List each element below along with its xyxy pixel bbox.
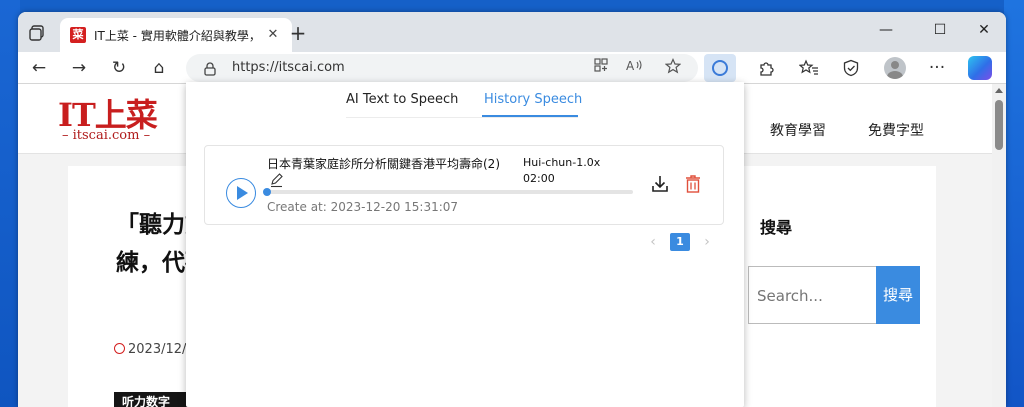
minimize-button[interactable]: — bbox=[864, 16, 908, 44]
home-button[interactable]: ⌂ bbox=[146, 55, 172, 81]
tab-history-speech[interactable]: History Speech bbox=[484, 92, 582, 107]
tab-title: IT上菜 - 實用軟體介紹與教學，免 bbox=[94, 29, 258, 43]
search-input[interactable] bbox=[757, 285, 869, 307]
read-aloud-icon[interactable]: A bbox=[624, 58, 646, 78]
download-icon[interactable] bbox=[651, 174, 669, 194]
audio-duration: 02:00 bbox=[523, 172, 555, 185]
tts-extension-icon[interactable] bbox=[704, 54, 736, 82]
scroll-thumb[interactable] bbox=[995, 100, 1003, 150]
address-bar[interactable]: https://itscai.com A bbox=[186, 54, 698, 82]
copilot-icon[interactable] bbox=[968, 56, 992, 80]
pagination-current-page[interactable]: 1 bbox=[670, 233, 690, 251]
active-tab-indicator bbox=[482, 115, 578, 117]
edit-pencil-icon[interactable] bbox=[269, 172, 285, 188]
new-tab-button[interactable]: + bbox=[286, 22, 310, 46]
site-logo-subtitle: – itscai.com – bbox=[62, 128, 151, 143]
pagination-prev-icon[interactable]: ‹ bbox=[644, 232, 662, 252]
created-at-text: Create at: 2023-12-20 15:31:07 bbox=[267, 200, 459, 214]
play-icon bbox=[237, 186, 248, 200]
apps-icon[interactable] bbox=[590, 58, 612, 78]
desktop-wallpaper-right bbox=[1004, 0, 1024, 407]
maximize-button[interactable]: ☐ bbox=[918, 16, 962, 44]
more-icon[interactable]: ··· bbox=[924, 55, 950, 81]
sidebar-search-title: 搜尋 bbox=[760, 218, 793, 237]
site-favicon-icon: 菜 bbox=[70, 27, 86, 43]
delete-trash-icon[interactable] bbox=[685, 174, 701, 194]
popup-tabs: AI Text to Speech History Speech bbox=[186, 82, 744, 118]
page-scrollbar[interactable] bbox=[992, 84, 1006, 407]
browser-essentials-icon[interactable] bbox=[838, 55, 864, 81]
url-text[interactable]: https://itscai.com bbox=[232, 60, 345, 75]
desktop-wallpaper-left bbox=[0, 0, 20, 407]
audio-progress-handle[interactable] bbox=[263, 188, 271, 196]
clock-icon bbox=[114, 343, 125, 354]
history-item-title: 日本青葉家庭診所分析關鍵香港平均壽命(2) bbox=[267, 157, 500, 171]
audio-progress-slider[interactable] bbox=[263, 188, 633, 196]
scroll-up-arrow-icon[interactable] bbox=[995, 88, 1003, 93]
favorite-star-icon[interactable] bbox=[662, 58, 684, 78]
tabs-divider bbox=[346, 117, 578, 118]
nav-item-education[interactable]: 教育學習 bbox=[770, 120, 826, 140]
favorites-icon[interactable] bbox=[796, 55, 822, 81]
tts-extension-popup: AI Text to Speech History Speech 日本青葉家庭診… bbox=[186, 82, 744, 407]
forward-button[interactable]: → bbox=[66, 55, 92, 81]
tab-ai-text-to-speech[interactable]: AI Text to Speech bbox=[346, 92, 458, 107]
back-button[interactable]: ← bbox=[26, 55, 52, 81]
tab-active[interactable]: 菜 IT上菜 - 實用軟體介紹與教學，免 ✕ bbox=[60, 18, 292, 52]
search-button[interactable]: 搜尋 bbox=[876, 266, 920, 324]
workspaces-icon[interactable] bbox=[26, 22, 48, 44]
browser-toolbar: ← → ↻ ⌂ https://itscai.com A ··· bbox=[18, 52, 1006, 84]
pagination: ‹ 1 › bbox=[644, 232, 714, 252]
tab-strip: 菜 IT上菜 - 實用軟體介紹與教學，免 ✕ + — ☐ ✕ bbox=[18, 12, 1006, 52]
profile-avatar-icon[interactable] bbox=[884, 57, 906, 79]
lock-icon[interactable] bbox=[204, 61, 216, 76]
refresh-button[interactable]: ↻ bbox=[106, 55, 132, 81]
search-box bbox=[748, 266, 876, 324]
extensions-puzzle-icon[interactable] bbox=[754, 55, 780, 81]
history-item: 日本青葉家庭診所分析關鍵香港平均壽命(2) Hui-chun-1.0x 02:0… bbox=[204, 145, 724, 225]
tab-close-icon[interactable]: ✕ bbox=[263, 25, 283, 45]
close-window-button[interactable]: ✕ bbox=[962, 16, 1006, 44]
play-button[interactable] bbox=[226, 178, 256, 208]
nav-item-free-fonts[interactable]: 免費字型 bbox=[868, 120, 924, 140]
pagination-next-icon[interactable]: › bbox=[698, 232, 716, 252]
voice-name: Hui-chun-1.0x bbox=[523, 156, 601, 169]
svg-text:A: A bbox=[626, 59, 635, 72]
